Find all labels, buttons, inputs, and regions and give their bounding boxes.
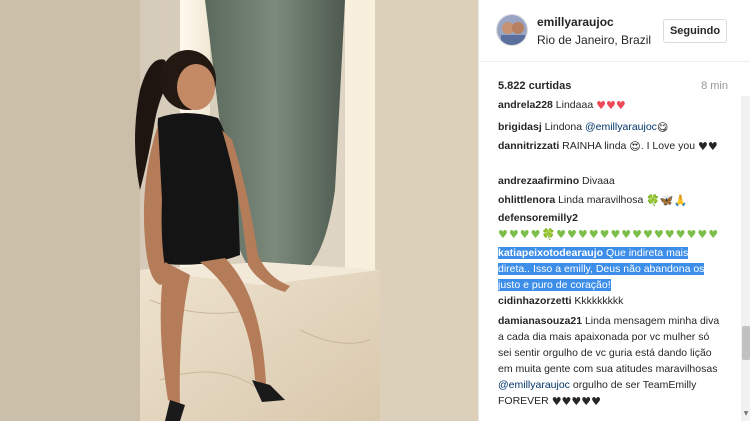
comment-text: Lindona	[541, 121, 585, 133]
comment-username[interactable]: brigidasj	[498, 121, 542, 133]
comment-text: Lindaaa	[552, 99, 594, 111]
following-button[interactable]: Seguindo	[663, 19, 727, 43]
black-heart-icon: ♥♥	[697, 140, 718, 153]
comment-username[interactable]: cidinhazorzetti	[498, 295, 572, 307]
comment-selected: katiapeixotodearaujo Que indireta mais d…	[498, 245, 723, 293]
avatar[interactable]	[496, 14, 528, 46]
heart-eyes-icon: 😍	[629, 140, 641, 153]
post-header: emillyaraujoc Rio de Janeiro, Brazil Seg…	[479, 0, 750, 62]
post-time[interactable]: 8 min	[701, 80, 728, 92]
comment: damianasouza21 Linda mensagem minha diva…	[498, 313, 723, 409]
comment: cidinhazorzetti Kkkkkkkkk	[498, 293, 723, 309]
post-location[interactable]: Rio de Janeiro, Brazil	[537, 33, 651, 47]
post-photo[interactable]	[0, 0, 478, 421]
avatar-image	[497, 15, 527, 45]
comment: brigidasj Lindona @emillyaraujoc 😋	[498, 119, 723, 135]
clover-butterfly-pray-icon: 🍀🦋🙏	[646, 194, 688, 207]
comment-username[interactable]: defensoremilly2	[498, 212, 578, 224]
colored-hearts-icon: ♥♥♥♥🍀♥♥♥♥♥♥♥♥♥♥♥♥♥♥♥	[498, 228, 720, 241]
comment-list[interactable]: andrela228 Lindaaa ♥♥♥ brigidasj Lindona…	[479, 96, 741, 421]
yum-face-icon: 😋	[656, 121, 669, 134]
comment-mention[interactable]: @emillyaraujoc	[498, 379, 570, 391]
comment-text: . I Love you	[640, 140, 698, 152]
likes-count[interactable]: 5.822 curtidas	[498, 80, 571, 92]
comment: andrela228 Lindaaa ♥♥♥	[498, 97, 723, 113]
triangle-down-icon[interactable]: ▼	[742, 410, 750, 418]
comment: andrezaafirmino Divaaa	[498, 173, 723, 189]
comment-username[interactable]: andrezaafirmino	[498, 175, 579, 187]
post-side-panel: emillyaraujoc Rio de Janeiro, Brazil Seg…	[478, 0, 750, 421]
comment-username[interactable]: katiapeixotodearaujo	[498, 247, 603, 259]
comment-text: Linda maravilhosa	[555, 194, 647, 206]
comment-username[interactable]: ohlittlenora	[498, 194, 555, 206]
heart-icon: ♥♥♥	[596, 99, 626, 112]
likes-bar: 5.822 curtidas 8 min	[479, 76, 750, 96]
post-username[interactable]: emillyaraujoc	[537, 15, 614, 29]
comment-text: Divaaa	[579, 175, 615, 187]
black-heart-icon: ♥♥♥♥♥	[551, 395, 601, 408]
comment-text: RAINHA linda	[559, 140, 630, 152]
comment-username[interactable]: damianasouza21	[498, 315, 582, 327]
comment: dannitrizzati RAINHA linda 😍. I Love you…	[498, 138, 723, 154]
comment-username[interactable]: dannitrizzati	[498, 140, 559, 152]
comments-scrollbar[interactable]: ▼	[741, 96, 750, 421]
comment-mention[interactable]: @emillyaraujoc	[585, 121, 657, 133]
comment-text: Kkkkkkkkk	[571, 295, 624, 307]
comment-username[interactable]: andrela228	[498, 99, 553, 111]
scrollbar-thumb[interactable]	[742, 326, 750, 360]
comment: ohlittlenora Linda maravilhosa 🍀🦋🙏	[498, 192, 723, 208]
comment: defensoremilly2 ♥♥♥♥🍀♥♥♥♥♥♥♥♥♥♥♥♥♥♥♥	[498, 210, 723, 242]
photo-illustration	[0, 0, 478, 421]
